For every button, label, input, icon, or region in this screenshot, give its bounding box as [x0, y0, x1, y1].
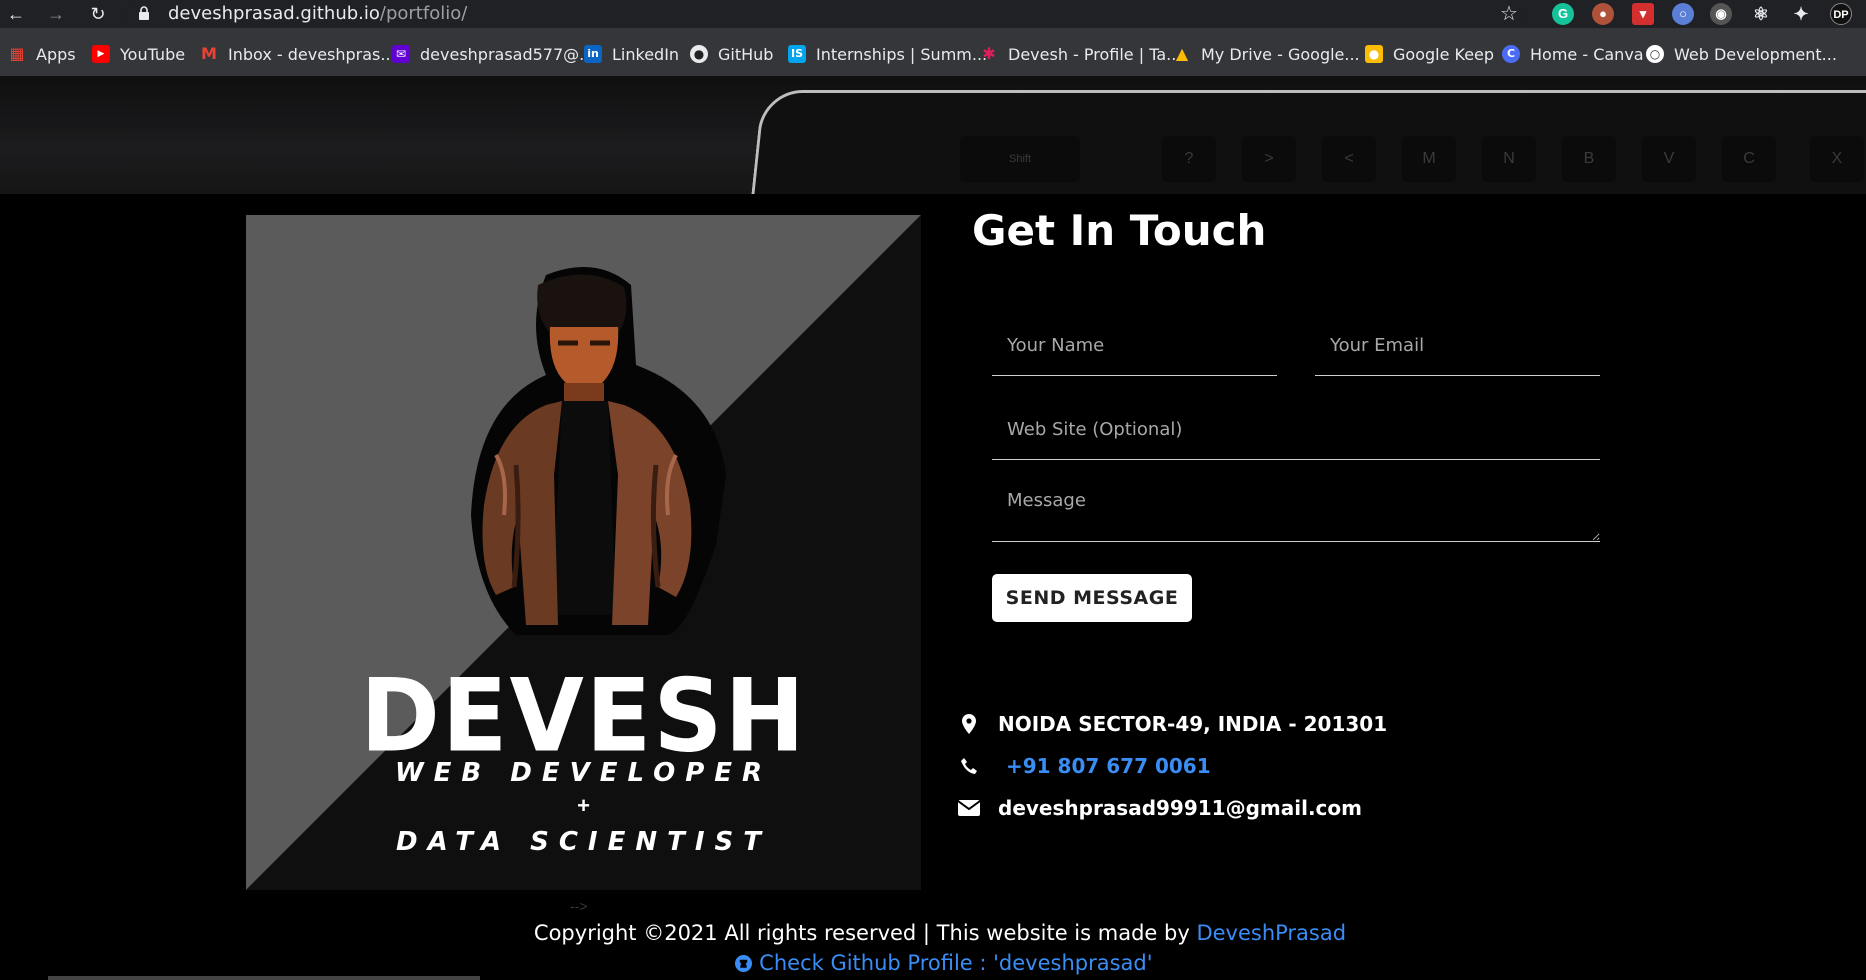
- keyboard-key: N: [1482, 136, 1536, 182]
- linkedin-icon: in: [584, 45, 602, 63]
- map-marker-icon: [958, 713, 980, 735]
- email-input[interactable]: [1315, 316, 1600, 376]
- bookmark-label: Google Keep: [1393, 44, 1495, 64]
- url-text[interactable]: deveshprasad.github.io/portfolio/: [168, 3, 467, 24]
- slack-icon: ✱: [982, 44, 996, 63]
- youtube-icon: ▶: [92, 45, 110, 63]
- bookmark-label: Web Development...: [1674, 44, 1837, 64]
- bookmark-canva[interactable]: C Home - Canva: [1502, 43, 1644, 65]
- send-message-button[interactable]: SEND MESSAGE: [992, 574, 1192, 622]
- contact-section: DEVESH WEB DEVELOPER + DATA SCIENTIST Ge…: [0, 194, 1866, 980]
- bookmark-label: LinkedIn: [612, 44, 680, 64]
- bookmark-google-keep[interactable]: ● Google Keep: [1365, 43, 1494, 65]
- profile-illustration: [246, 215, 921, 890]
- laptop-image: [747, 90, 1866, 194]
- keyboard-key: >: [1242, 136, 1296, 182]
- bookmark-internshala[interactable]: IS Internships | Summ...: [788, 43, 987, 65]
- keyboard-key: B: [1562, 136, 1616, 182]
- phone-icon: [958, 755, 980, 777]
- bookmark-youtube[interactable]: ▶ YouTube: [92, 43, 185, 65]
- copyright-text: Copyright ©2021 All rights reserved | Th…: [0, 921, 1866, 945]
- profile-avatar[interactable]: DP: [1830, 3, 1852, 25]
- author-link[interactable]: DeveshPrasad: [1196, 921, 1346, 945]
- bookmark-web-development[interactable]: ○ Web Development...: [1646, 43, 1837, 65]
- react-devtools-icon[interactable]: ⚛: [1750, 3, 1772, 25]
- bookmark-google-drive[interactable]: ▲ My Drive - Google...: [1173, 43, 1360, 65]
- extensions-puzzle-icon[interactable]: ✦: [1790, 3, 1812, 25]
- pocket-extension-icon[interactable]: ▾: [1632, 3, 1654, 25]
- horizontal-scrollbar[interactable]: [48, 976, 480, 980]
- bookmark-label: Devesh - Profile | Ta...: [1008, 44, 1182, 64]
- bookmark-slack[interactable]: ✱ Devesh - Profile | Ta...: [980, 43, 1181, 65]
- message-textarea[interactable]: [992, 476, 1600, 542]
- email-text: deveshprasad99911@gmail.com: [998, 796, 1362, 820]
- url-host: deveshprasad.github.io: [168, 3, 380, 24]
- address-row: NOIDA SECTOR-49, INDIA - 201301: [958, 712, 1387, 736]
- keyboard-key: M: [1402, 136, 1456, 182]
- contact-title: Get In Touch: [972, 206, 1267, 255]
- profile-image: DEVESH WEB DEVELOPER + DATA SCIENTIST: [246, 215, 921, 890]
- internshala-icon: IS: [788, 45, 806, 63]
- apps-grid-icon: ▦: [9, 44, 25, 63]
- name-input[interactable]: [992, 316, 1277, 376]
- google-keep-icon: ●: [1365, 45, 1383, 63]
- hero-banner: X C V B N M < > ? Shift: [0, 76, 1866, 194]
- bookmarks-bar: ▦ Apps ▶ YouTube M Inbox - deveshpras...…: [0, 28, 1866, 76]
- brand-plus: +: [577, 793, 590, 818]
- bookmark-label: YouTube: [120, 44, 186, 64]
- envelope-icon: [958, 797, 980, 819]
- bookmark-label: deveshprasad577@...: [420, 44, 595, 64]
- stray-comment-text: -->: [570, 898, 588, 914]
- bookmark-label: Home - Canva: [1530, 44, 1644, 64]
- cookie-extension-icon[interactable]: ●: [1592, 3, 1614, 25]
- bookmark-label: My Drive - Google...: [1201, 44, 1360, 64]
- target-extension-icon[interactable]: ◉: [1710, 3, 1732, 25]
- yahoo-mail-icon: ✉: [392, 45, 410, 63]
- bookmark-label: Internships | Summ...: [816, 44, 988, 64]
- bookmark-yahoo-mail[interactable]: ✉ deveshprasad577@...: [392, 43, 594, 65]
- bookmark-gmail[interactable]: M Inbox - deveshpras...: [200, 43, 396, 65]
- canva-icon: C: [1502, 45, 1520, 63]
- keyboard-key: V: [1642, 136, 1696, 182]
- url-path: /portfolio/: [379, 3, 468, 24]
- bookmark-label: Inbox - deveshpras...: [228, 44, 396, 64]
- github-icon: ●: [690, 45, 708, 63]
- github-profile-link[interactable]: Check Github Profile : 'deveshprasad': [0, 951, 1866, 975]
- gmail-icon: M: [201, 44, 217, 63]
- bookmark-label: GitHub: [718, 44, 774, 64]
- back-arrow-icon[interactable]: ←: [4, 2, 28, 26]
- grammarly-extension-icon[interactable]: G: [1552, 3, 1574, 25]
- bookmark-linkedin[interactable]: in LinkedIn: [584, 43, 679, 65]
- keyboard-key: Shift: [960, 136, 1080, 182]
- email-row: deveshprasad99911@gmail.com: [958, 796, 1362, 820]
- bookmark-github[interactable]: ● GitHub: [690, 43, 773, 65]
- phone-row: +91 807 677 0061: [958, 754, 1211, 778]
- phone-link[interactable]: +91 807 677 0061: [1006, 754, 1211, 778]
- keyboard-key: <: [1322, 136, 1376, 182]
- extension-icon-4[interactable]: ○: [1672, 3, 1694, 25]
- reload-icon[interactable]: ↻: [86, 2, 110, 26]
- bookmark-star-icon[interactable]: ☆: [1500, 1, 1518, 26]
- website-input[interactable]: [992, 400, 1600, 460]
- github-icon: [735, 951, 759, 975]
- brand-tagline-web-developer: WEB DEVELOPER: [394, 758, 773, 788]
- address-text: NOIDA SECTOR-49, INDIA - 201301: [998, 712, 1388, 736]
- forward-arrow-icon[interactable]: →: [44, 2, 68, 26]
- keyboard-key: C: [1722, 136, 1776, 182]
- keyboard-key: X: [1810, 136, 1864, 182]
- copyright-label: Copyright ©2021 All rights reserved | Th…: [533, 921, 1197, 945]
- browser-toolbar: ← → ↻ deveshprasad.github.io/portfolio/ …: [0, 0, 1866, 28]
- brand-tagline-data-scientist: DATA SCIENTIST: [396, 827, 771, 857]
- keyboard-key: ?: [1162, 136, 1216, 182]
- google-drive-icon: ▲: [1175, 44, 1189, 63]
- web-dev-icon: ○: [1646, 45, 1664, 63]
- lock-icon: [139, 6, 149, 20]
- bookmark-apps[interactable]: ▦ Apps: [8, 43, 76, 65]
- bookmark-label: Apps: [36, 44, 76, 64]
- github-link-label: Check Github Profile : 'deveshprasad': [759, 951, 1153, 975]
